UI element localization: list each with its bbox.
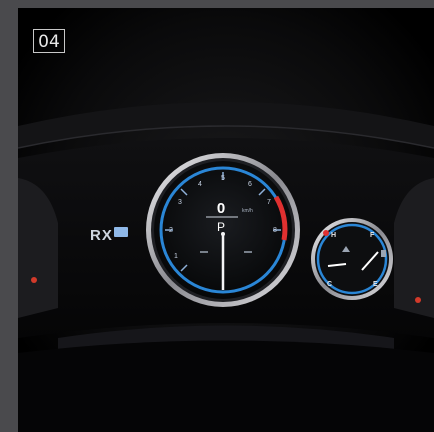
speed-readout: 0	[217, 200, 225, 217]
tach-number-4: 4	[198, 181, 202, 188]
model-badge: RX	[90, 227, 113, 244]
left-indicator-light	[31, 277, 37, 283]
tach-number-6: 6	[248, 181, 252, 188]
temp-hot-label: H	[331, 232, 336, 239]
tach-number-1: 1	[174, 253, 178, 260]
left-border-strip	[0, 8, 18, 432]
tach-number-2: 2	[169, 227, 173, 234]
top-border-strip	[0, 0, 434, 8]
tachometer-gauge: 1 2 3 4 5 6 7 8 0 km/h P	[146, 153, 300, 307]
temp-cold-label: C	[327, 281, 332, 288]
hybrid-badge-icon	[114, 227, 128, 237]
tach-number-8: 8	[273, 227, 277, 234]
fuel-empty-label: E	[373, 281, 378, 288]
right-indicator-light	[415, 297, 421, 303]
speed-unit-label: km/h	[242, 208, 253, 214]
tach-number-3: 3	[178, 199, 182, 206]
tach-number-7: 7	[267, 199, 271, 206]
fuel-temp-gauge: H C F E	[311, 218, 393, 300]
tach-number-5: 5	[221, 175, 225, 182]
fuel-pump-icon	[381, 250, 386, 257]
fuel-full-label: F	[370, 232, 375, 239]
gear-indicator: P	[217, 220, 225, 234]
instrument-cluster-illustration: RX 1 2 3 4 5 6 7 8 0 km/h P H C F E	[18, 8, 434, 432]
page-frame: RX 1 2 3 4 5 6 7 8 0 km/h P H C F E 04	[0, 0, 434, 432]
temp-warning-dot	[323, 230, 329, 236]
dashboard-photo: RX 1 2 3 4 5 6 7 8 0 km/h P H C F E	[18, 8, 434, 432]
step-number-badge: 04	[33, 29, 65, 53]
